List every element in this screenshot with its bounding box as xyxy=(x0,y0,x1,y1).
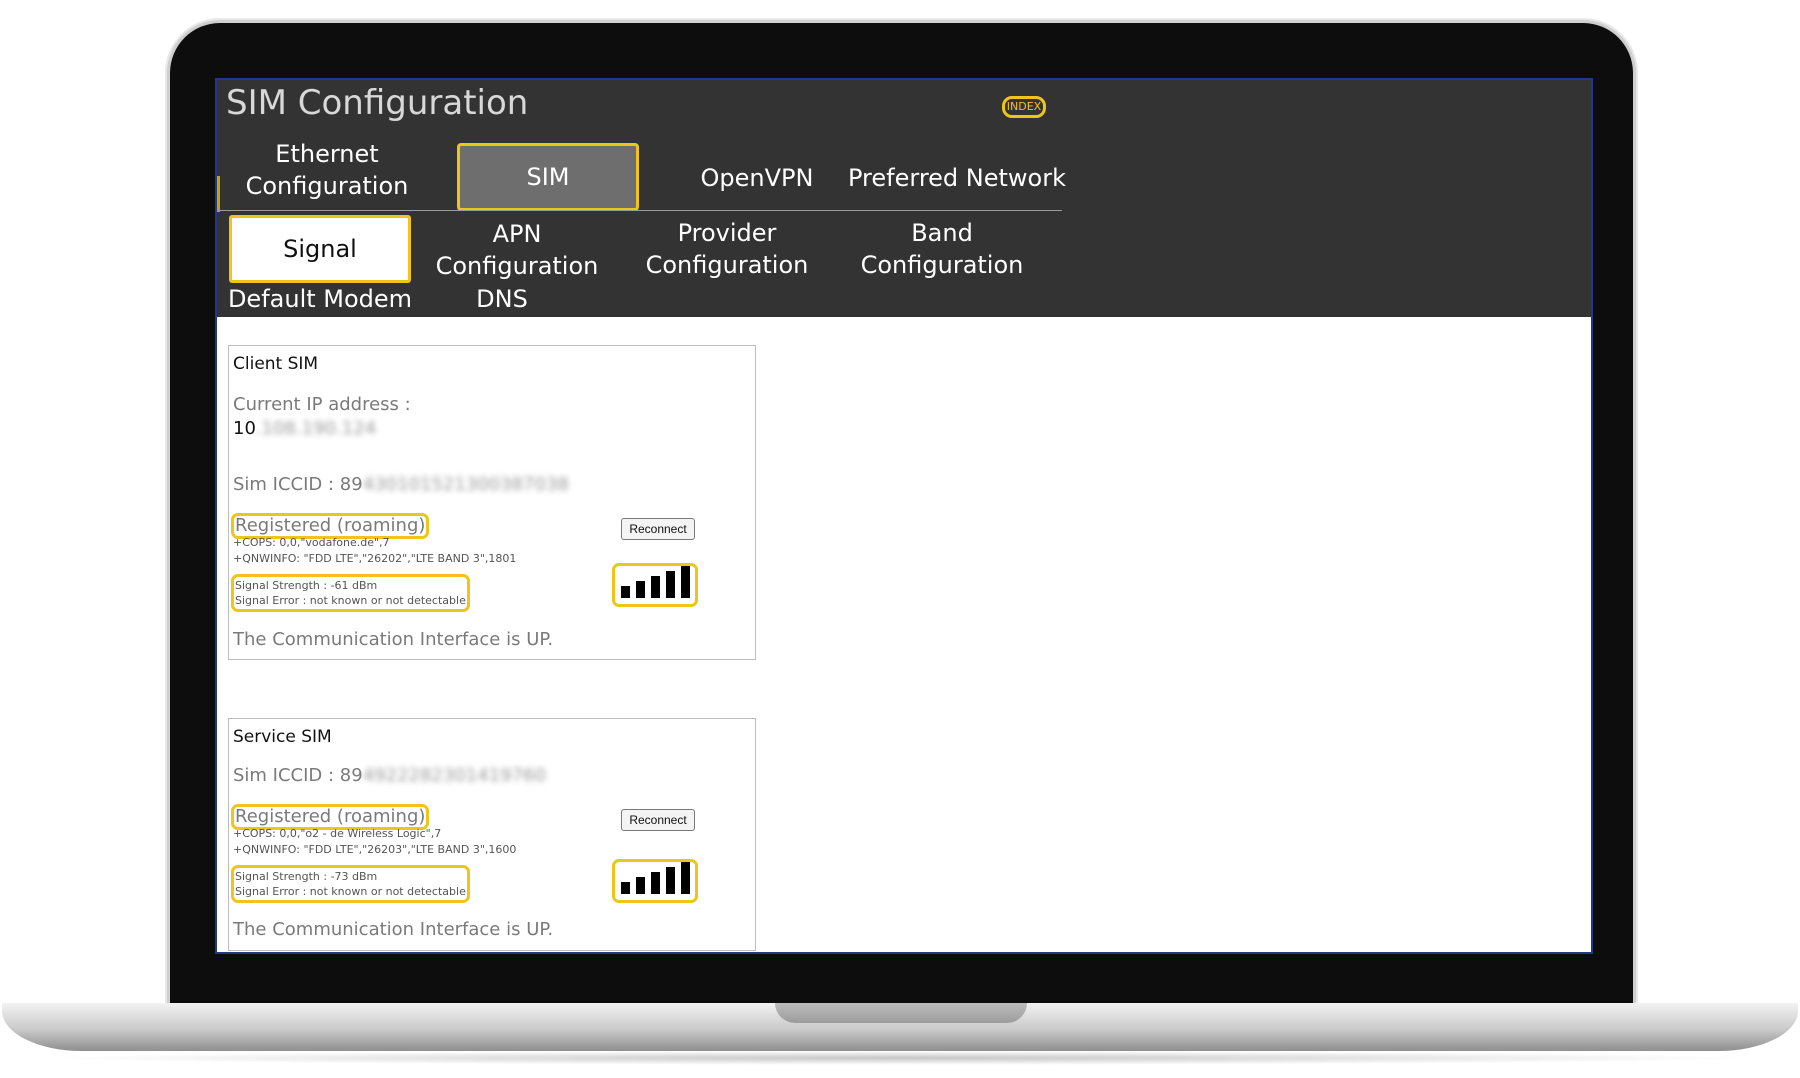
signal-bar xyxy=(651,872,660,894)
signal-error: Signal Error : not known or not detectab… xyxy=(235,885,466,898)
iccid-rest: 430101521300387038 xyxy=(362,474,569,495)
ip-rest: .108.190.124 xyxy=(255,418,377,439)
signal-bar xyxy=(666,571,675,598)
qnwinfo: +QNWINFO: "FDD LTE","26202","LTE BAND 3"… xyxy=(233,552,517,565)
communication-status: The Communication Interface is UP. xyxy=(233,919,554,940)
screen: SIM Configuration INDEX Ethernet Configu… xyxy=(215,78,1593,954)
signal-bar xyxy=(666,867,675,894)
index-badge[interactable]: INDEX xyxy=(1002,96,1046,118)
reconnect-button[interactable]: Reconnect xyxy=(621,809,695,831)
reconnect-button[interactable]: Reconnect xyxy=(621,518,695,540)
signal-bar xyxy=(636,581,645,598)
signal-strength: Signal Strength : -73 dBm xyxy=(235,870,378,883)
signal-bars-icon xyxy=(612,563,698,607)
subtab-apn-configuration[interactable]: APN Configuration xyxy=(412,220,622,280)
service-sim-panel: Service SIM Sim ICCID : 8949222823014197… xyxy=(228,718,756,951)
signal-strength: Signal Strength : -61 dBm xyxy=(235,579,378,592)
signal-bar xyxy=(621,882,630,894)
communication-status: The Communication Interface is UP. xyxy=(233,629,554,650)
cops-info: +COPS: 0,0,"vodafone.de",7 xyxy=(233,536,390,549)
signal-info-box: Signal Strength : -73 dBm Signal Error :… xyxy=(231,865,470,903)
signal-bar xyxy=(681,862,690,894)
signal-error: Signal Error : not known or not detectab… xyxy=(235,594,466,607)
tab-preferred-network[interactable]: Preferred Network xyxy=(847,160,1067,196)
subtab-signal[interactable]: Signal xyxy=(229,215,411,283)
ip-prefix: 10 xyxy=(233,418,256,439)
iccid-rest: 4922282301419760 xyxy=(362,765,546,786)
sim-iccid: Sim ICCID : 894922282301419760 xyxy=(233,765,546,786)
tab-sim[interactable]: SIM xyxy=(457,143,639,211)
signal-bar xyxy=(651,576,660,598)
laptop-shadow xyxy=(40,1051,1760,1065)
current-ip-value: 10.108.190.124 xyxy=(233,418,376,439)
sim-iccid: Sim ICCID : 89430101521300387038 xyxy=(233,474,569,495)
iccid-label: Sim ICCID : 89 xyxy=(233,474,363,495)
qnwinfo: +QNWINFO: "FDD LTE","26203","LTE BAND 3"… xyxy=(233,843,517,856)
tab-divider xyxy=(217,210,1062,211)
iccid-label: Sim ICCID : 89 xyxy=(233,765,363,786)
tab-openvpn[interactable]: OpenVPN xyxy=(667,160,847,196)
current-ip-label: Current IP address : xyxy=(233,394,411,415)
subtab-default-modem[interactable]: Default Modem xyxy=(225,282,415,316)
app-header: SIM Configuration INDEX Ethernet Configu… xyxy=(217,80,1591,317)
laptop-notch xyxy=(775,1003,1027,1023)
subtab-band-configuration[interactable]: Band Configuration xyxy=(842,216,1042,282)
signal-bars-icon xyxy=(612,859,698,903)
page-title: SIM Configuration xyxy=(226,83,529,123)
tab-ethernet-configuration[interactable]: Ethernet Configuration xyxy=(237,140,417,200)
signal-bar xyxy=(636,877,645,894)
signal-info-box: Signal Strength : -61 dBm Signal Error :… xyxy=(231,574,470,612)
left-accent-bar xyxy=(217,176,220,212)
subtab-provider-configuration[interactable]: Provider Configuration xyxy=(627,216,827,282)
signal-bar xyxy=(681,566,690,598)
client-sim-panel: Client SIM Current IP address : 10.108.1… xyxy=(228,345,756,660)
cops-info: +COPS: 0,0,"o2 - de Wireless Logic",7 xyxy=(233,827,442,840)
service-sim-title: Service SIM xyxy=(233,727,332,747)
subtab-dns[interactable]: DNS xyxy=(447,282,557,316)
client-sim-title: Client SIM xyxy=(233,354,319,374)
signal-bar xyxy=(621,586,630,598)
